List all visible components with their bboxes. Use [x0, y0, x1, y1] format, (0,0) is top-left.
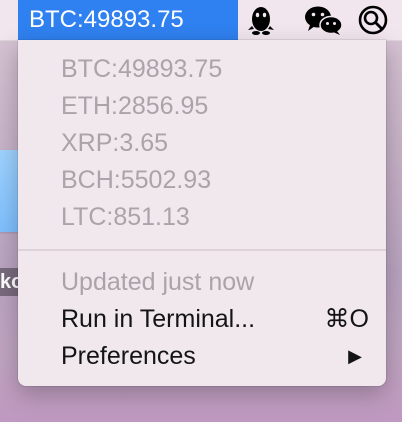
menu-item-preferences[interactable]: Preferences ▶ — [18, 338, 386, 375]
menu-bar: BTC:49893.75 — [0, 0, 402, 41]
submenu-arrow-icon: ▶ — [348, 346, 362, 366]
menu-item-bch-price: BCH:5502.93 — [61, 166, 212, 194]
btc-status-item[interactable]: BTC:49893.75 — [18, 0, 238, 40]
qq-penguin-icon[interactable] — [245, 4, 277, 36]
search-magnifier-icon[interactable] — [357, 4, 389, 36]
wechat-icon[interactable] — [302, 4, 346, 36]
menu-item-run-in-terminal[interactable]: Run in Terminal... ⌘O — [18, 301, 386, 338]
run-in-terminal-shortcut: ⌘O — [324, 305, 369, 333]
menu-item-ltc-price: LTC:851.13 — [61, 203, 190, 231]
menu-separator — [18, 249, 386, 251]
menu-item-updated-status: Updated just now — [61, 268, 255, 296]
menu-item-btc-price: BTC:49893.75 — [61, 55, 223, 83]
menu-item-eth-price: ETH:2856.95 — [61, 92, 209, 120]
menu-item-xrp-price: XRP:3.65 — [61, 129, 169, 157]
coin-prices-menu: BTC:49893.75 ETH:2856.95 XRP:3.65 BCH:55… — [18, 40, 386, 386]
run-in-terminal-label: Run in Terminal... — [61, 305, 256, 333]
preferences-label: Preferences — [61, 342, 196, 370]
